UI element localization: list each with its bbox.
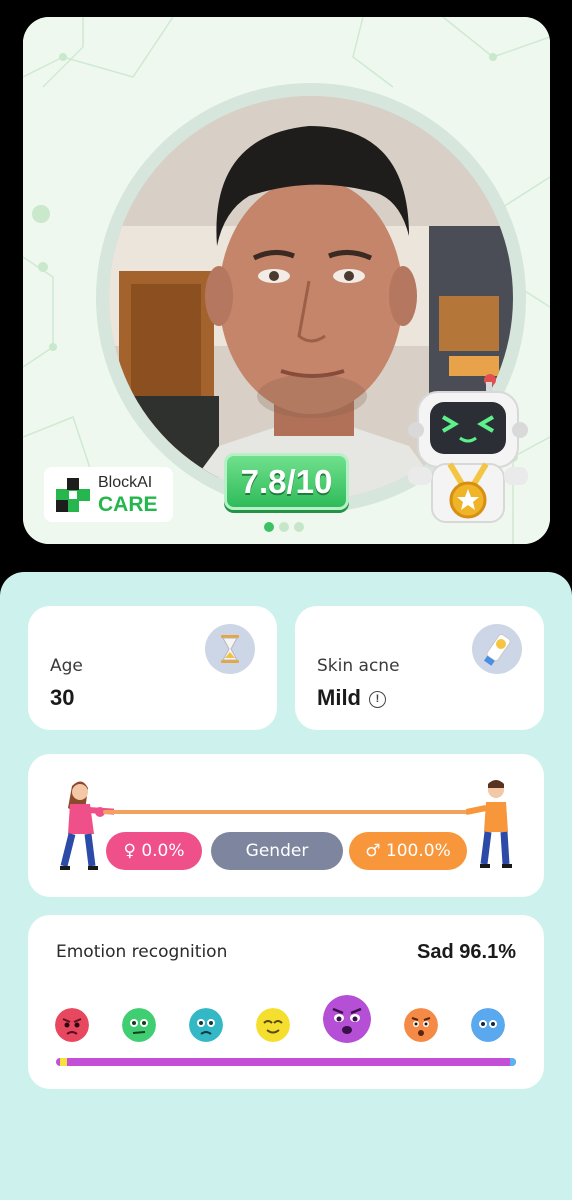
female-percentage-pill: ♀ 0.0% bbox=[106, 832, 202, 870]
analysis-panel: Age 30 Skin acne Mild! ♀ 0.0% Gender ♂ 1… bbox=[0, 572, 572, 1200]
carousel-dots[interactable] bbox=[264, 522, 304, 532]
photo-card[interactable]: BlockAI CARE 7.8/10 bbox=[23, 17, 550, 544]
brand-subname: CARE bbox=[98, 492, 158, 516]
gender-label-pill: Gender bbox=[211, 832, 343, 870]
info-icon[interactable]: ! bbox=[369, 690, 386, 708]
sad-emoji-icon[interactable] bbox=[323, 995, 371, 1043]
gender-card[interactable]: ♀ 0.0% Gender ♂ 100.0% bbox=[28, 754, 544, 897]
emotion-bar-neutral-segment bbox=[510, 1058, 516, 1066]
hourglass-icon bbox=[205, 624, 255, 674]
brand-badge: BlockAI CARE bbox=[44, 467, 173, 522]
age-label: Age bbox=[50, 656, 83, 676]
carousel-dot-3[interactable] bbox=[294, 522, 304, 532]
carousel-dot-2[interactable] bbox=[279, 522, 289, 532]
brand-name: BlockAI bbox=[98, 473, 153, 491]
male-figure-icon bbox=[466, 780, 512, 868]
sunscreen-tube-icon bbox=[472, 624, 522, 674]
age-value: 30 bbox=[50, 685, 75, 710]
fear-emoji-icon[interactable] bbox=[189, 1008, 223, 1042]
emotion-title: Emotion recognition bbox=[56, 942, 228, 962]
carousel-dot-1[interactable] bbox=[264, 522, 274, 532]
happy-emoji-icon[interactable] bbox=[256, 1008, 290, 1042]
disgust-emoji-icon[interactable] bbox=[122, 1008, 156, 1042]
score-badge: 7.8/10 bbox=[224, 453, 349, 510]
skin-acne-label: Skin acne bbox=[317, 656, 400, 676]
age-card[interactable]: Age 30 bbox=[28, 606, 277, 730]
angry-emoji-icon[interactable] bbox=[55, 1008, 89, 1042]
surprise-emoji-icon[interactable] bbox=[404, 1008, 438, 1042]
neutral-emoji-icon[interactable] bbox=[471, 1008, 505, 1042]
emotion-result: Sad 96.1% bbox=[417, 941, 516, 963]
emotion-bar-happy-segment bbox=[60, 1058, 67, 1066]
gender-rope bbox=[103, 810, 469, 814]
emotion-bar bbox=[56, 1058, 516, 1066]
male-percentage-pill: ♂ 100.0% bbox=[349, 832, 467, 870]
robot-mascot-icon bbox=[408, 374, 528, 523]
female-figure-icon bbox=[60, 781, 114, 870]
emotion-card[interactable]: Emotion recognition Sad 96.1% bbox=[28, 915, 544, 1089]
skin-acne-value-text: Mild bbox=[317, 685, 361, 710]
skin-acne-value: Mild! bbox=[317, 685, 386, 711]
skin-acne-card[interactable]: Skin acne Mild! bbox=[295, 606, 544, 730]
medical-cross-logo-icon bbox=[56, 477, 90, 512]
